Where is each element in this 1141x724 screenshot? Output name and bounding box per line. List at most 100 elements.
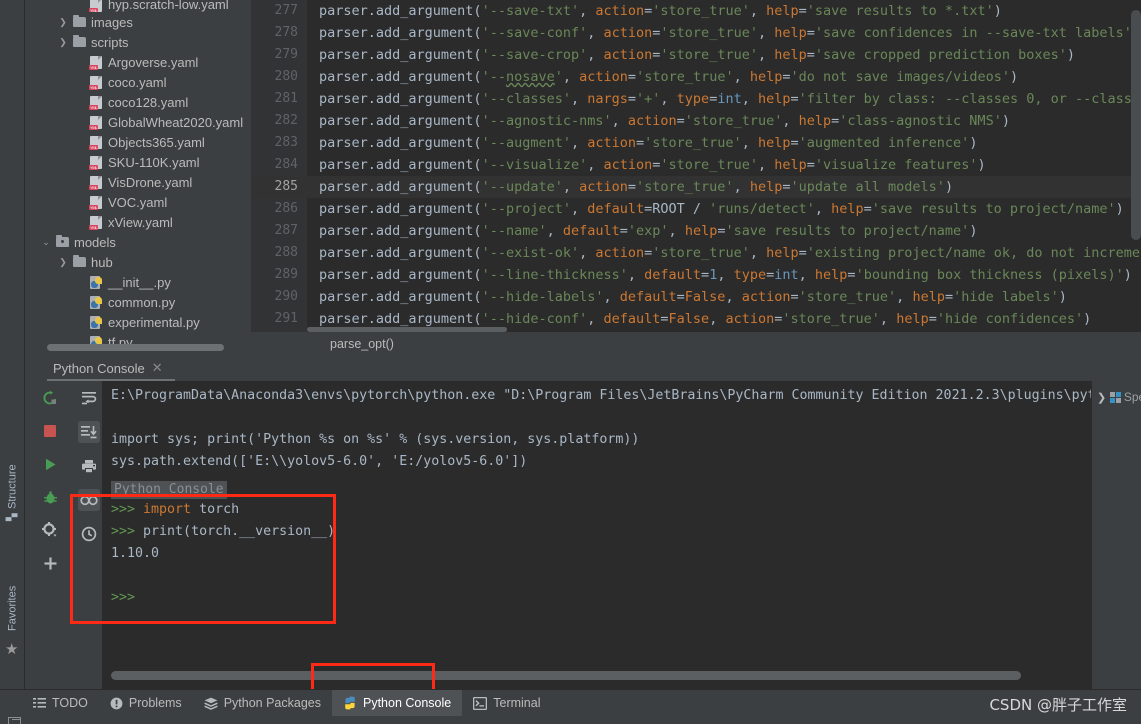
tree-item-coco128-yaml[interactable]: · coco128.yaml bbox=[25, 92, 251, 112]
code-line[interactable]: parser.add_argument('--project', default… bbox=[307, 198, 1141, 220]
code-token: action bbox=[595, 3, 645, 19]
code-token: , bbox=[587, 157, 604, 173]
tree-item-hub[interactable]: ❯ hub bbox=[25, 252, 251, 272]
code-token: 'do not save images/videos' bbox=[790, 69, 1010, 85]
scroll-to-end-icon[interactable] bbox=[77, 421, 100, 443]
code-token: , bbox=[570, 135, 588, 151]
run-icon[interactable] bbox=[39, 453, 61, 475]
code-line[interactable]: parser.add_argument('--line-thickness', … bbox=[307, 264, 1141, 286]
code-token: parser.add_argument( bbox=[319, 113, 482, 129]
sidebar-item-structure[interactable]: ▚ Structure bbox=[0, 433, 25, 521]
code-token: , bbox=[757, 157, 775, 173]
code-line[interactable]: parser.add_argument('--save-txt', action… bbox=[307, 0, 1141, 22]
line-number: 279 bbox=[274, 47, 298, 62]
code-token: 'store_true' bbox=[782, 311, 880, 327]
code-line[interactable]: parser.add_argument('--exist-ok', action… bbox=[307, 242, 1141, 264]
stop-icon[interactable] bbox=[39, 420, 61, 442]
code-token: , bbox=[603, 289, 620, 305]
soft-wrap-icon[interactable] bbox=[78, 387, 100, 409]
yaml-file-icon bbox=[87, 115, 105, 130]
code-token: parser.add_argument( bbox=[319, 91, 482, 107]
code-token: nargs bbox=[587, 91, 628, 107]
code-line[interactable]: parser.add_argument('--save-crop', actio… bbox=[307, 44, 1141, 66]
tree-horizontal-scrollbar[interactable] bbox=[47, 344, 224, 351]
code-token: 'save results to *.txt' bbox=[806, 3, 994, 19]
print-icon[interactable] bbox=[78, 455, 100, 477]
code-editor[interactable]: 277 278 279 280 281 282 283 284 285 286 287 288 289 2… bbox=[251, 0, 1141, 355]
chevron-down-icon[interactable]: ⌄ bbox=[39, 237, 53, 248]
code-token: ) bbox=[1115, 201, 1124, 217]
chevron-right-icon: · bbox=[73, 197, 87, 207]
code-token: , bbox=[798, 267, 815, 283]
tree-item-sku-110k-yaml[interactable]: · SKU-110K.yaml bbox=[25, 152, 251, 172]
status-item-terminal[interactable]: Terminal bbox=[462, 690, 551, 716]
close-icon[interactable]: ✕ bbox=[152, 360, 163, 376]
code-token: 'store_true' bbox=[684, 113, 783, 129]
project-tree[interactable]: · hyp.scratch-low.yaml ❯ images ❯ scripts · Arg… bbox=[25, 0, 251, 355]
tab-python-console[interactable]: Python Console ✕ bbox=[47, 355, 169, 381]
status-item-todo[interactable]: TODO bbox=[22, 690, 99, 716]
chevron-right-icon[interactable]: ❯ bbox=[56, 17, 70, 28]
rerun-icon[interactable] bbox=[39, 387, 61, 409]
code-line[interactable]: parser.add_argument('--augment', action=… bbox=[307, 132, 1141, 154]
debug-icon[interactable] bbox=[39, 486, 61, 508]
tree-item-models[interactable]: ⌄ models bbox=[25, 232, 251, 252]
tree-item-visdrone-yaml[interactable]: · VisDrone.yaml bbox=[25, 172, 251, 192]
tree-item-objects365-yaml[interactable]: · Objects365.yaml bbox=[25, 132, 251, 152]
code-line[interactable]: parser.add_argument('--classes', nargs='… bbox=[307, 88, 1141, 110]
tree-item-common-py[interactable]: · common.py bbox=[25, 292, 251, 312]
status-item-python-console[interactable]: Python Console bbox=[331, 690, 463, 716]
tree-item-globalwheat2020-yaml[interactable]: · GlobalWheat2020.yaml bbox=[25, 112, 251, 132]
tree-item-images[interactable]: ❯ images bbox=[25, 12, 251, 32]
structure-label: Structure bbox=[6, 464, 19, 510]
yaml-file-icon bbox=[87, 215, 105, 230]
tree-item-coco-yaml[interactable]: · coco.yaml bbox=[25, 72, 251, 92]
console-horizontal-scrollbar[interactable] bbox=[111, 671, 1021, 680]
code-line[interactable]: parser.add_argument('--agnostic-nms', ac… bbox=[307, 110, 1141, 132]
tree-item--init-py[interactable]: · __init__.py bbox=[25, 272, 251, 292]
code-line[interactable]: parser.add_argument('--nosave', action='… bbox=[307, 66, 1141, 88]
editor-code-area[interactable]: parser.add_argument('--save-txt', action… bbox=[307, 0, 1141, 332]
line-number: 277 bbox=[274, 3, 298, 18]
star-icon[interactable]: ★ bbox=[5, 642, 18, 657]
yaml-file-icon bbox=[87, 55, 105, 70]
window-toggle-icon[interactable] bbox=[8, 717, 21, 724]
settings-icon[interactable] bbox=[39, 519, 61, 541]
chevron-right-icon[interactable]: ❯ bbox=[56, 257, 70, 268]
code-token: help bbox=[814, 267, 848, 283]
tree-item-xview-yaml[interactable]: · xView.yaml bbox=[25, 212, 251, 232]
code-line[interactable]: parser.add_argument('--visualize', actio… bbox=[307, 154, 1141, 176]
chevron-right-icon[interactable]: ❯ bbox=[56, 37, 70, 48]
sidebar-item-favorites[interactable]: Favorites bbox=[0, 539, 25, 631]
console-tab-bar: Python Console ✕ bbox=[25, 355, 1141, 381]
code-token: 'save results to project/name' bbox=[871, 201, 1116, 217]
structure-icon: ▚ bbox=[7, 513, 18, 521]
chevron-right-icon: · bbox=[73, 2, 87, 12]
terminal-icon bbox=[473, 696, 488, 710]
add-icon[interactable] bbox=[39, 552, 61, 574]
tree-item-experimental-py[interactable]: · experimental.py bbox=[25, 312, 251, 332]
tree-item-scripts[interactable]: ❯ scripts bbox=[25, 32, 251, 52]
editor-vertical-scrollbar[interactable] bbox=[1131, 10, 1141, 240]
code-token: action bbox=[603, 157, 653, 173]
code-token: parser.add_argument( bbox=[319, 223, 482, 239]
code-line[interactable]: parser.add_argument('--name', default='e… bbox=[307, 220, 1141, 242]
chevron-right-icon[interactable]: ❯ bbox=[1097, 391, 1106, 404]
python-file-icon bbox=[87, 275, 105, 289]
status-item-python-packages[interactable]: Python Packages bbox=[193, 690, 332, 716]
tree-item-voc-yaml[interactable]: · VOC.yaml bbox=[25, 192, 251, 212]
special-variables-panel[interactable]: ❯ Spe bbox=[1091, 381, 1141, 689]
code-token: 'augmented inference' bbox=[798, 135, 970, 151]
tree-item-hyp-scratch-low-yaml[interactable]: · hyp.scratch-low.yaml bbox=[25, 0, 251, 12]
code-token: help bbox=[766, 245, 799, 261]
breadcrumb[interactable]: parse_opt() bbox=[251, 332, 1141, 355]
code-token: , bbox=[896, 289, 913, 305]
status-item-problems[interactable]: Problems bbox=[99, 690, 193, 716]
code-line[interactable]: parser.add_argument('--update', action='… bbox=[307, 176, 1141, 198]
tree-item-label: scripts bbox=[91, 34, 129, 50]
tree-item-argoverse-yaml[interactable]: · Argoverse.yaml bbox=[25, 52, 251, 72]
code-line[interactable]: parser.add_argument('--save-conf', actio… bbox=[307, 22, 1141, 44]
code-token: = bbox=[627, 91, 637, 107]
code-line[interactable]: parser.add_argument('--hide-labels', def… bbox=[307, 286, 1141, 308]
code-token: help bbox=[749, 179, 783, 195]
